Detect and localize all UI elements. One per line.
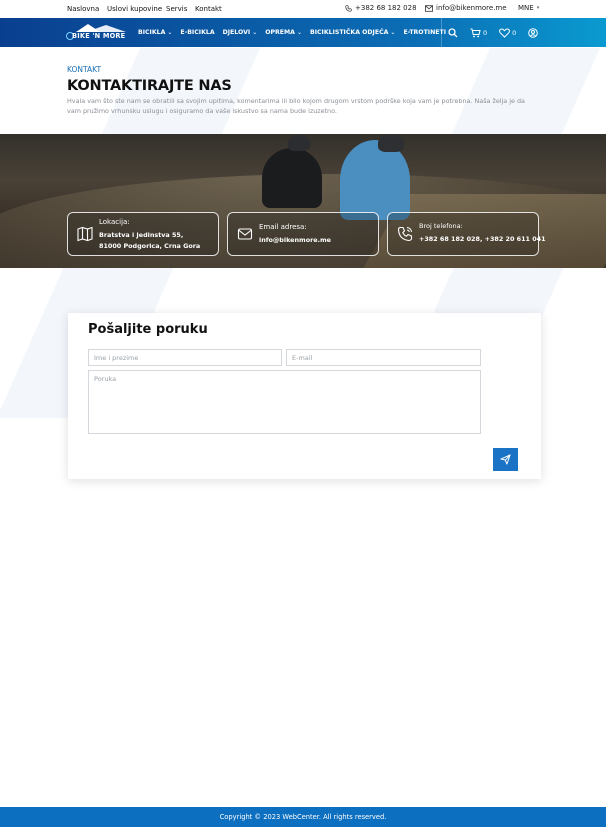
toplink-kontakt[interactable]: Kontakt (195, 5, 222, 13)
email-card: Email adresa: info@bikenmore.me (227, 212, 379, 256)
menu-item-biciklisticka-odjeca[interactable]: BICIKLISTIČKA ODJEĆA ⌄ (310, 29, 395, 36)
phone-icon (345, 4, 352, 12)
mail-icon (237, 228, 253, 240)
send-icon (500, 454, 511, 465)
phone-icon (397, 226, 413, 242)
menu-label: E-TROTINETI (403, 29, 447, 36)
chevron-down-icon: ⌄ (252, 29, 258, 36)
phone-card: Broj telefona: +382 68 182 028, +382 20 … (387, 212, 546, 256)
email-input[interactable]: E-mail (286, 349, 481, 366)
heart-icon (499, 27, 511, 38)
name-input[interactable]: Ime i prezime (88, 349, 282, 366)
nav-actions: 0 0 (441, 18, 606, 47)
menu-item-bicikla[interactable]: BICIKLA ⌄ (138, 29, 172, 36)
menu-item-djelovi[interactable]: DJELOVI ⌄ (223, 29, 258, 36)
mail-icon (425, 4, 433, 12)
chevron-down-icon: ⌄ (390, 29, 396, 36)
location-value: Bratstva i Jedinstva 55, 81000 Podgorica… (99, 230, 200, 252)
toplink-servis[interactable]: Servis (166, 5, 187, 13)
location-line-1: Bratstva i Jedinstva 55, (99, 231, 184, 239)
hero-helmet (288, 135, 310, 151)
menu-item-e-bicikla[interactable]: E-BICIKLA (180, 29, 214, 36)
menu-label: DJELOVI (222, 29, 251, 36)
send-button[interactable] (493, 448, 518, 471)
background-stripe (449, 48, 601, 138)
site-logo[interactable]: BIKE 'N MORE (66, 24, 128, 41)
phone-label: Broj telefona: (419, 222, 463, 230)
form-title: Pošaljite poruku (88, 322, 208, 337)
top-email-text: info@bikenmore.me (436, 4, 507, 12)
toplink-uslovi-kupovine[interactable]: Uslovi kupovine (107, 5, 162, 13)
location-card: Lokacija: Bratstva i Jedinstva 55, 81000… (67, 212, 219, 256)
menu-label: BICIKLISTIČKA ODJEĆA (309, 29, 389, 36)
page-title: KONTAKTIRAJTE NAS (67, 78, 232, 94)
language-selector[interactable]: MNE ▾ (518, 4, 539, 12)
breadcrumb[interactable]: KONTAKT (67, 65, 101, 74)
menu-label: E-BICIKLA (180, 29, 215, 36)
search-icon (448, 27, 458, 37)
email-label: Email adresa: (259, 223, 307, 231)
search-button[interactable] (448, 27, 458, 38)
location-label: Lokacija: (99, 218, 130, 226)
toplink-naslovna[interactable]: Naslovna (67, 5, 99, 13)
wishlist-count: 0 (512, 28, 517, 37)
cart-icon (470, 28, 481, 37)
chevron-down-icon: ▾ (536, 5, 540, 11)
wishlist-button[interactable]: 0 (499, 27, 517, 38)
page-intro-text: Hvala vam što ste nam se obratili sa svo… (67, 97, 525, 115)
menu-item-e-trotineti[interactable]: E-TROTINETI (403, 29, 446, 36)
chevron-down-icon: ⌄ (296, 29, 302, 36)
logo-mountain (86, 25, 126, 32)
main-navigation: BIKE 'N MORE BICIKLA ⌄ E-BICIKLA DJELOVI ⌄… (0, 18, 606, 47)
footer: Copyright © 2023 WebCenter. All rights r… (0, 807, 606, 827)
language-label: MNE (518, 4, 534, 12)
main-menu: BICIKLA ⌄ E-BICIKLA DJELOVI ⌄ OPREMA ⌄ BICI… (138, 18, 454, 47)
top-bar: Naslovna Uslovi kupovine Servis Kontakt … (0, 0, 606, 18)
contact-form: Pošaljite poruku Ime i prezime E-mail Po… (68, 313, 541, 479)
menu-label: BICIKLA (138, 29, 166, 36)
top-phone-text: +382 68 182 028 (355, 4, 417, 12)
copyright-text: Copyright © 2023 WebCenter. All rights r… (219, 813, 387, 821)
hero-cyclist (340, 140, 410, 220)
top-email[interactable]: info@bikenmore.me (425, 4, 507, 12)
account-button[interactable] (528, 27, 539, 38)
phone-value[interactable]: +382 68 182 028, +382 20 611 041 (419, 234, 546, 245)
message-textarea[interactable]: Poruka (88, 370, 481, 434)
top-phone[interactable]: +382 68 182 028 (345, 4, 417, 12)
location-line-2: 81000 Podgorica, Crna Gora (99, 242, 201, 250)
chevron-down-icon: ⌄ (167, 29, 173, 36)
menu-label: OPREMA (265, 29, 295, 36)
cart-button[interactable]: 0 (470, 28, 487, 38)
logo-text: BIKE 'N MORE (72, 32, 126, 40)
cart-count: 0 (483, 28, 488, 37)
hero-cyclist (262, 148, 322, 208)
menu-item-oprema[interactable]: OPREMA ⌄ (265, 29, 302, 36)
hero-helmet (378, 134, 404, 152)
map-icon (77, 226, 93, 242)
email-value[interactable]: info@bikenmore.me (259, 235, 331, 246)
user-icon (528, 27, 539, 38)
